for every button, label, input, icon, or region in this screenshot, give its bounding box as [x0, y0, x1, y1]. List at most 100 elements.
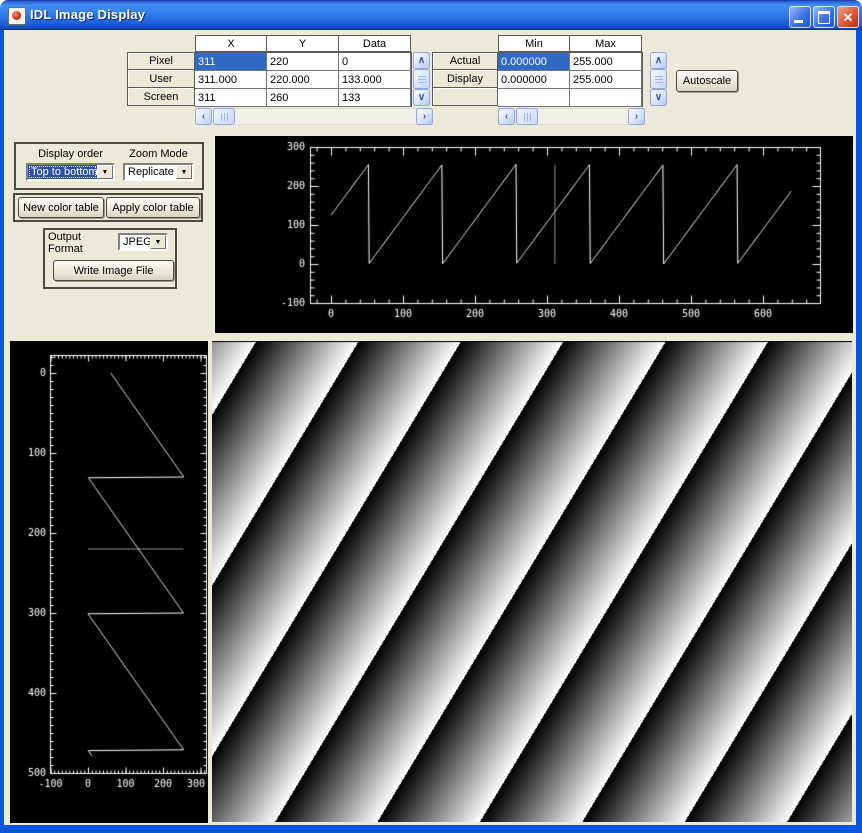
scroll-up-icon: ∧ — [418, 56, 425, 66]
table-cell[interactable]: 255.000 — [570, 71, 642, 89]
row-header: Actual — [432, 52, 498, 70]
table-cell[interactable] — [498, 89, 570, 107]
scroll-up-button[interactable]: ∧ — [650, 52, 667, 69]
output-format-label: Output Format — [48, 236, 118, 249]
output-format-value: JPEG — [120, 235, 150, 249]
scroll-right-icon: › — [635, 112, 638, 122]
apply-color-table-button[interactable]: Apply color table — [106, 197, 200, 218]
chevron-down-icon: ▼ — [102, 169, 109, 176]
row-profile-plot — [215, 136, 853, 333]
maximize-button[interactable] — [813, 6, 835, 28]
scroll-up-button[interactable]: ∧ — [413, 52, 430, 69]
thumb-ridges-icon — [524, 113, 531, 121]
column-header: Max — [570, 35, 642, 52]
range-table-column-headers: MinMax — [498, 35, 642, 52]
output-format-dropdown[interactable]: JPEG ▼ — [118, 233, 168, 251]
scroll-up-icon: ∧ — [655, 56, 662, 66]
hscroll-thumb[interactable] — [213, 108, 235, 125]
table-cell[interactable]: 255.000 — [570, 53, 642, 71]
column-header: X — [195, 35, 267, 52]
new-color-table-button[interactable]: New color table — [18, 197, 104, 218]
close-icon: ✕ — [843, 11, 854, 24]
scroll-left-icon: ‹ — [202, 112, 205, 122]
minimize-button[interactable] — [789, 6, 811, 28]
range-table-vscrollbar[interactable]: ∧ ∨ — [650, 52, 667, 106]
table-cell[interactable] — [570, 89, 642, 107]
image-display-panel — [212, 341, 852, 822]
column-header: Data — [339, 35, 411, 52]
row-header: Display — [432, 70, 498, 88]
column-profile-panel — [10, 341, 208, 823]
window-border-bottom — [0, 825, 862, 833]
zoom-mode-label: Zoom Mode — [123, 147, 194, 160]
chevron-down-icon[interactable]: ▼ — [150, 235, 166, 249]
table-cell[interactable]: 220.000 — [267, 71, 339, 89]
scroll-right-button[interactable]: › — [628, 108, 645, 125]
table-cell[interactable]: 260 — [267, 89, 339, 107]
zoom-mode-dropdown[interactable]: Replicate ▼ — [123, 163, 194, 181]
dropdown-button[interactable]: ▼ — [97, 165, 113, 179]
cursor-table-column-headers: XYData — [195, 35, 411, 52]
thumb-ridges-icon — [418, 76, 426, 83]
table-cell[interactable]: 133.000 — [339, 71, 411, 89]
table-row — [498, 89, 642, 107]
scroll-left-button[interactable]: ‹ — [498, 108, 515, 125]
scroll-left-button[interactable]: ‹ — [195, 108, 212, 125]
thumb-ridges-icon — [655, 76, 663, 83]
column-header: Y — [267, 35, 339, 52]
display-order-label: Display order — [26, 147, 115, 160]
chevron-down-icon[interactable]: ▼ — [176, 165, 192, 179]
column-header: Min — [498, 35, 570, 52]
vscroll-thumb[interactable] — [413, 69, 430, 89]
cursor-table-vscrollbar[interactable]: ∧ ∨ — [413, 52, 430, 106]
chevron-down-glyph: ▼ — [155, 239, 162, 246]
minimize-icon — [794, 20, 803, 23]
write-image-file-button[interactable]: Write Image File — [53, 260, 174, 281]
image-display[interactable] — [212, 341, 852, 822]
row-profile-panel — [215, 136, 853, 333]
zoom-mode-value: Replicate — [125, 165, 176, 179]
table-cell[interactable]: 220 — [267, 53, 339, 71]
table-row: 3112200 — [195, 53, 411, 71]
autoscale-button[interactable]: Autoscale — [676, 70, 738, 92]
table-cell[interactable]: 311.000 — [195, 71, 267, 89]
table-row: 311.000220.000133.000 — [195, 71, 411, 89]
window-border-right — [856, 30, 862, 833]
table-row: 0.000000255.000 — [498, 71, 642, 89]
column-profile-plot — [10, 341, 208, 823]
app-icon — [8, 7, 26, 25]
table-cell[interactable]: 311 — [195, 89, 267, 107]
scroll-down-icon: ∨ — [655, 93, 662, 103]
thumb-ridges-icon — [221, 113, 228, 121]
chevron-down-glyph: ▼ — [181, 169, 188, 176]
idl-image-display-window: IDL Image Display ✕ XYData PixelUserScre… — [0, 0, 862, 833]
table-cell[interactable]: 133 — [339, 89, 411, 107]
table-cell[interactable]: 0 — [339, 53, 411, 71]
display-order-dropdown[interactable]: Top to bottom ▼ — [26, 163, 115, 181]
scroll-right-button[interactable]: › — [416, 108, 433, 125]
scroll-down-button[interactable]: ∨ — [650, 89, 667, 106]
window-title: IDL Image Display — [30, 7, 145, 22]
table-cell[interactable]: 0.000000 — [498, 71, 570, 89]
table-row: 311260133 — [195, 89, 411, 107]
cursor-table-hscrollbar[interactable]: ‹ › — [195, 108, 433, 125]
table-cell[interactable]: 0.000000 — [498, 53, 570, 71]
close-button[interactable]: ✕ — [837, 6, 859, 28]
row-header — [432, 88, 498, 106]
range-table-hscrollbar[interactable]: ‹ › — [498, 108, 645, 125]
row-header: Pixel — [127, 52, 195, 70]
table-row: 0.000000255.000 — [498, 53, 642, 71]
range-table-row-headers: ActualDisplay — [432, 52, 498, 106]
title-bar[interactable]: IDL Image Display ✕ — [0, 0, 862, 30]
scroll-down-icon: ∨ — [418, 93, 425, 103]
row-header: Screen — [127, 88, 195, 106]
table-cell[interactable]: 311 — [195, 53, 267, 71]
range-table: 0.000000255.0000.000000255.000 — [498, 52, 643, 107]
row-header: User — [127, 70, 195, 88]
scroll-left-icon: ‹ — [505, 112, 508, 122]
hscroll-thumb[interactable] — [516, 108, 538, 125]
vscroll-thumb[interactable] — [650, 69, 667, 89]
scroll-down-button[interactable]: ∨ — [413, 89, 430, 106]
cursor-table-row-headers: PixelUserScreen — [127, 52, 195, 106]
maximize-icon — [818, 11, 830, 24]
